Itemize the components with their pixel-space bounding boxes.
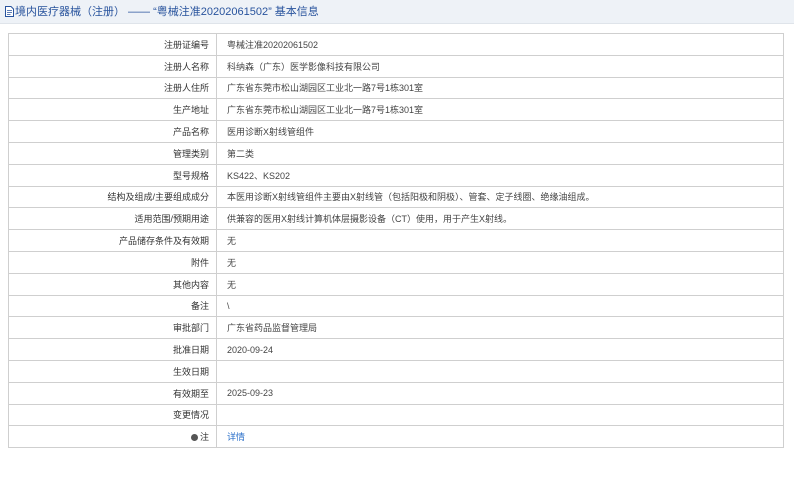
table-row: 审批部门 广东省药品监督管理局 — [8, 316, 784, 340]
field-value: KS422、KS202 — [216, 163, 784, 187]
table-row: 注册证编号 粤械注准20202061502 — [8, 33, 784, 56]
table-row: 有效期至 2025-09-23 — [8, 381, 784, 405]
table-row: 生产地址 广东省东莞市松山湖园区工业北一路7号1栋301室 — [8, 98, 784, 122]
field-value: 广东省东莞市松山湖园区工业北一路7号1栋301室 — [216, 76, 784, 100]
table-row: 附件无 — [8, 250, 784, 274]
field-value: 无 — [216, 272, 784, 296]
table-row: 结构及组成/主要组成成分 本医用诊断X射线管组件主要由X射线管（包括阳极和阴极）、… — [8, 185, 784, 209]
field-value: 医用诊断X射线管组件 — [216, 120, 784, 143]
field-value: 无 — [216, 229, 784, 252]
table-row: 变更情况 — [8, 403, 784, 427]
table-row: 批准日期 2020-09-24 — [8, 338, 784, 361]
field-label: 产品储存条件及有效期 — [8, 229, 217, 252]
field-value: 无 — [216, 250, 784, 274]
field-label: 批准日期 — [8, 338, 217, 361]
field-label: 产品名称 — [8, 120, 217, 143]
field-label: 注册证编号 — [8, 33, 217, 56]
field-label: 备注 — [8, 294, 217, 318]
field-label: 变更情况 — [8, 403, 217, 427]
table-row: 产品储存条件及有效期无 — [8, 229, 784, 252]
table-row: 产品名称 医用诊断X射线管组件 — [8, 120, 784, 143]
field-value: 第二类 — [216, 141, 784, 165]
info-table: 注册证编号 粤械注准20202061502 注册人名称 科纳森（广东）医学影像科技有限… — [8, 33, 784, 449]
table-row: 注册人住所 广东省东莞市松山湖园区工业北一路7号1栋301室 — [8, 76, 784, 100]
field-label: 生产地址 — [8, 98, 217, 122]
field-value: 供兼容的医用X射线计算机体层摄影设备（CT）使用，用于产生X射线。 — [216, 207, 784, 231]
field-label: 审批部门 — [8, 316, 217, 340]
field-label: 其他内容 — [8, 272, 217, 296]
table-row: 型号规格 KS422、KS202 — [8, 163, 784, 187]
field-label: 管理类别 — [8, 141, 217, 165]
table-row: 注册人名称 科纳森（广东）医学影像科技有限公司 — [8, 54, 784, 78]
field-label: 注册人名称 — [8, 54, 217, 78]
field-label: 有效期至 — [8, 381, 217, 405]
table-row: 管理类别 第二类 — [8, 141, 784, 165]
field-value: \ — [216, 294, 784, 318]
field-label: 结构及组成/主要组成成分 — [8, 185, 217, 209]
field-value-note: 详情 — [216, 425, 784, 449]
title-bar: 境内医疗器械（注册） —— “粤械注准20202061502” 基本信息 — [0, 0, 794, 24]
table-row: 适用范围/预期用途 供兼容的医用X射线计算机体层摄影设备（CT）使用，用于产生X射… — [8, 207, 784, 231]
field-value: 2025-09-23 — [216, 381, 784, 405]
note-icon — [190, 434, 198, 442]
field-value: 广东省东莞市松山湖园区工业北一路7号1栋301室 — [216, 98, 784, 122]
field-label-note: 注 — [8, 425, 217, 449]
field-label: 注册人住所 — [8, 76, 217, 100]
table-row-note: 注 详情 — [8, 425, 784, 449]
document-icon — [5, 6, 14, 17]
field-value — [216, 359, 784, 383]
field-label: 型号规格 — [8, 163, 217, 187]
field-value: 广东省药品监督管理局 — [216, 316, 784, 340]
field-value: 2020-09-24 — [216, 338, 784, 361]
table-row: 其他内容无 — [8, 272, 784, 296]
field-label: 附件 — [8, 250, 217, 274]
table-row: 备注 \ — [8, 294, 784, 318]
note-label: 注 — [199, 432, 209, 443]
field-value: 科纳森（广东）医学影像科技有限公司 — [216, 54, 784, 78]
field-value: 本医用诊断X射线管组件主要由X射线管（包括阳极和阴极）、管套、定子线圈、绝缘油组… — [216, 185, 784, 209]
details-link[interactable]: 详情 — [227, 432, 245, 442]
field-label: 适用范围/预期用途 — [8, 207, 217, 231]
field-label: 生效日期 — [8, 359, 217, 383]
field-value: 粤械注准20202061502 — [216, 33, 784, 56]
table-row: 生效日期 — [8, 359, 784, 383]
page-title: 境内医疗器械（注册） —— “粤械注准20202061502” 基本信息 — [15, 6, 319, 18]
field-value — [216, 403, 784, 427]
